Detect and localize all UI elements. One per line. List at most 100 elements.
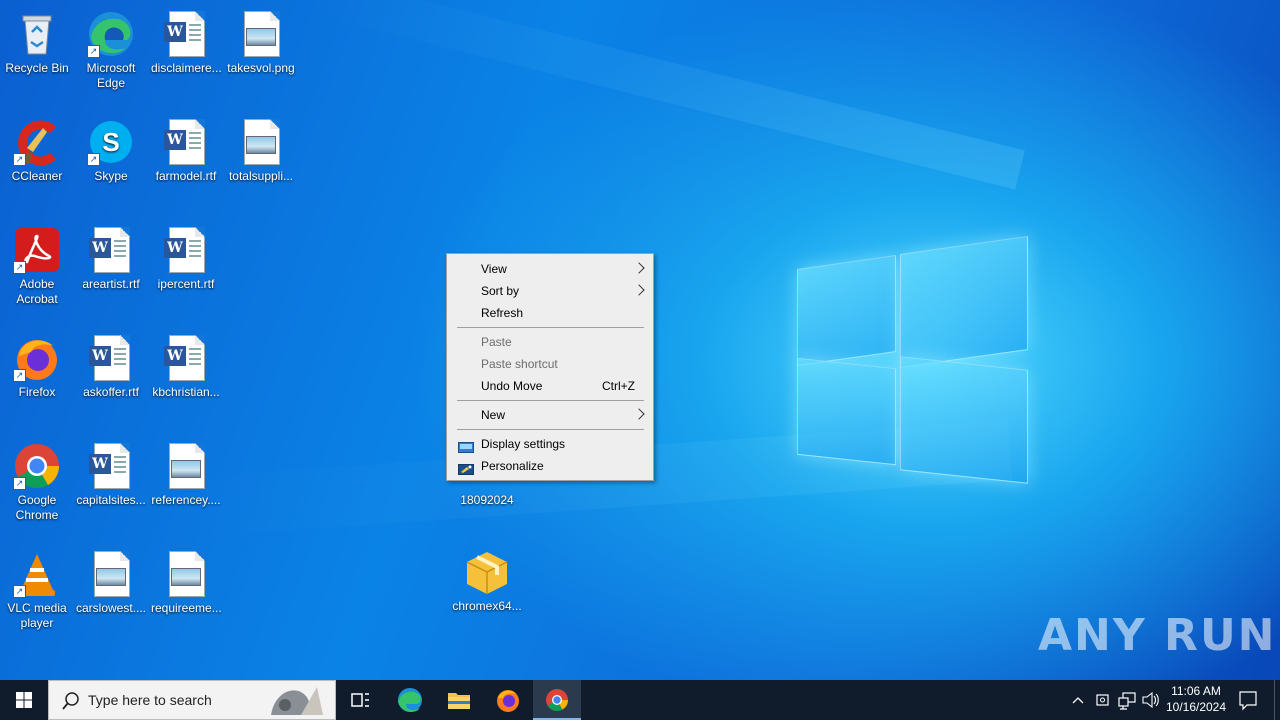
desktop-icon-rtf[interactable]: W disclaimere... — [149, 8, 223, 76]
menu-item-sort-by[interactable]: Sort by — [449, 280, 651, 302]
desktop-icon-image[interactable]: requireeme... — [149, 548, 223, 616]
desktop-icon-vlc[interactable]: ↗ VLC media player — [0, 548, 74, 631]
shortcut-arrow-icon: ↗ — [13, 477, 26, 490]
menu-item-label: Paste — [481, 335, 512, 349]
desktop-icon-adobe-acrobat[interactable]: ↗ Adobe Acrobat — [0, 224, 74, 307]
chrome-icon — [546, 689, 568, 711]
clock-date: 10/16/2024 — [1165, 700, 1227, 714]
desktop-icon-rtf[interactable]: W areartist.rtf — [74, 224, 148, 292]
desktop-icon-microsoft-edge[interactable]: ↗ Microsoft Edge — [74, 8, 148, 91]
icon-label: Firefox — [18, 385, 56, 399]
chevron-right-icon — [633, 284, 645, 296]
desktop-icon-google-chrome[interactable]: ↗ Google Chrome — [0, 440, 74, 523]
chrome-icon: ↗ — [13, 442, 61, 490]
show-desktop-button[interactable] — [1274, 680, 1280, 720]
desktop-icon-image[interactable]: totalsuppli... — [224, 116, 298, 184]
display-icon — [458, 438, 474, 453]
shortcut-arrow-icon: ↗ — [13, 369, 26, 382]
word-document-icon: W — [87, 226, 135, 274]
desktop-icon-skype[interactable]: S ↗ Skype — [74, 116, 148, 184]
clock-time: 11:06 AM — [1171, 684, 1221, 698]
desktop-icon-image[interactable]: carslowest.... — [74, 548, 148, 616]
adobe-acrobat-icon: ↗ — [13, 226, 61, 274]
taskbar-clock[interactable]: 11:06 AM 10/16/2024 — [1160, 683, 1232, 715]
chevron-right-icon — [633, 262, 645, 274]
shortcut-arrow-icon: ↗ — [13, 585, 26, 598]
desktop-icon-rtf[interactable]: W askoffer.rtf — [74, 332, 148, 400]
menu-item-new[interactable]: New — [449, 404, 651, 426]
desktop-icon-image[interactable]: takesvol.png — [224, 8, 298, 76]
menu-item-display-settings[interactable]: Display settings — [449, 433, 651, 455]
word-document-icon: W — [162, 334, 210, 382]
firefox-icon: ↗ — [13, 334, 61, 382]
task-view-button[interactable] — [336, 680, 384, 720]
desktop-icon-rtf[interactable]: W kbchristian... — [149, 332, 223, 400]
icon-label: areartist.rtf — [82, 277, 140, 291]
taskbar-chrome-button[interactable] — [533, 680, 581, 720]
network-icon — [1118, 692, 1136, 710]
windows-logo-pane — [900, 356, 1028, 484]
desktop-context-menu: View Sort by Refresh Paste Paste shortcu… — [446, 253, 654, 481]
windows-logo-pane — [900, 236, 1028, 368]
windows-logo-pane — [797, 255, 896, 366]
start-button[interactable] — [0, 680, 48, 720]
word-document-icon: W — [162, 118, 210, 166]
icon-label: Adobe Acrobat — [16, 277, 58, 306]
menu-item-label: Personalize — [481, 459, 544, 473]
desktop-icon-recycle-bin[interactable]: Recycle Bin — [0, 8, 74, 76]
menu-item-undo-move[interactable]: Undo Move Ctrl+Z — [449, 375, 651, 397]
shortcut-arrow-icon: ↗ — [13, 153, 26, 166]
icon-label: requireeme... — [151, 601, 222, 615]
device-icon — [1096, 694, 1109, 706]
desktop-icon-archive[interactable]: chromex64... — [450, 546, 524, 614]
desktop[interactable]: Recycle Bin ↗ CCleaner ↗ Adobe Acrobat ↗… — [0, 0, 1280, 680]
taskbar-firefox-button[interactable] — [484, 680, 532, 720]
firefox-icon — [497, 690, 519, 712]
watermark: ANY RUN — [1038, 610, 1277, 661]
icon-label: capitalsites... — [76, 493, 146, 507]
desktop-icon-rtf[interactable]: W ipercent.rtf — [149, 224, 223, 292]
skype-icon: S ↗ — [87, 118, 135, 166]
word-document-icon: W — [162, 226, 210, 274]
icon-label: ipercent.rtf — [157, 277, 215, 291]
menu-item-label: Sort by — [481, 284, 520, 298]
menu-item-label: Refresh — [481, 306, 524, 320]
icon-label: askoffer.rtf — [83, 385, 139, 399]
svg-text:S: S — [102, 127, 119, 157]
windows-logo-pane — [797, 357, 896, 466]
icon-label: kbchristian... — [152, 385, 220, 399]
icon-label: referencey.... — [151, 493, 221, 507]
menu-item-label: New — [481, 408, 506, 422]
vlc-icon: ↗ — [13, 550, 61, 598]
search-box[interactable]: Type here to search — [48, 680, 336, 720]
action-center-button[interactable] — [1236, 680, 1260, 720]
menu-separator — [457, 400, 644, 401]
tray-volume-button[interactable] — [1141, 680, 1161, 720]
desktop-icon-ccleaner[interactable]: ↗ CCleaner — [0, 116, 74, 184]
recycle-bin-icon — [13, 10, 61, 58]
edge-icon: ↗ — [87, 10, 135, 58]
search-icon — [62, 692, 79, 710]
desktop-icon-rtf[interactable]: W capitalsites... — [74, 440, 148, 508]
menu-item-refresh[interactable]: Refresh — [449, 302, 651, 324]
taskbar-edge-button[interactable] — [386, 680, 434, 720]
taskbar-file-explorer-button[interactable] — [435, 680, 483, 720]
icon-label: takesvol.png — [227, 61, 295, 75]
ccleaner-icon: ↗ — [13, 118, 61, 166]
tray-network-button[interactable] — [1117, 680, 1137, 720]
desktop-icon-image[interactable]: referencey.... — [149, 440, 223, 508]
word-document-icon: W — [87, 442, 135, 490]
word-document-icon: W — [162, 10, 210, 58]
file-explorer-icon — [448, 693, 470, 709]
desktop-icon-firefox[interactable]: ↗ Firefox — [0, 332, 74, 400]
menu-item-personalize[interactable]: Personalize — [449, 455, 651, 477]
icon-label: Skype — [94, 169, 128, 183]
show-hidden-icons-button[interactable] — [1070, 680, 1086, 720]
shortcut-arrow-icon: ↗ — [87, 45, 100, 58]
desktop-icon-rtf[interactable]: W farmodel.rtf — [149, 116, 223, 184]
icon-label: Recycle Bin — [5, 61, 69, 75]
tray-device-button[interactable] — [1094, 680, 1112, 720]
menu-item-view[interactable]: View — [449, 258, 651, 280]
icon-label: disclaimere... — [151, 61, 222, 75]
icon-label: carslowest.... — [76, 601, 147, 615]
